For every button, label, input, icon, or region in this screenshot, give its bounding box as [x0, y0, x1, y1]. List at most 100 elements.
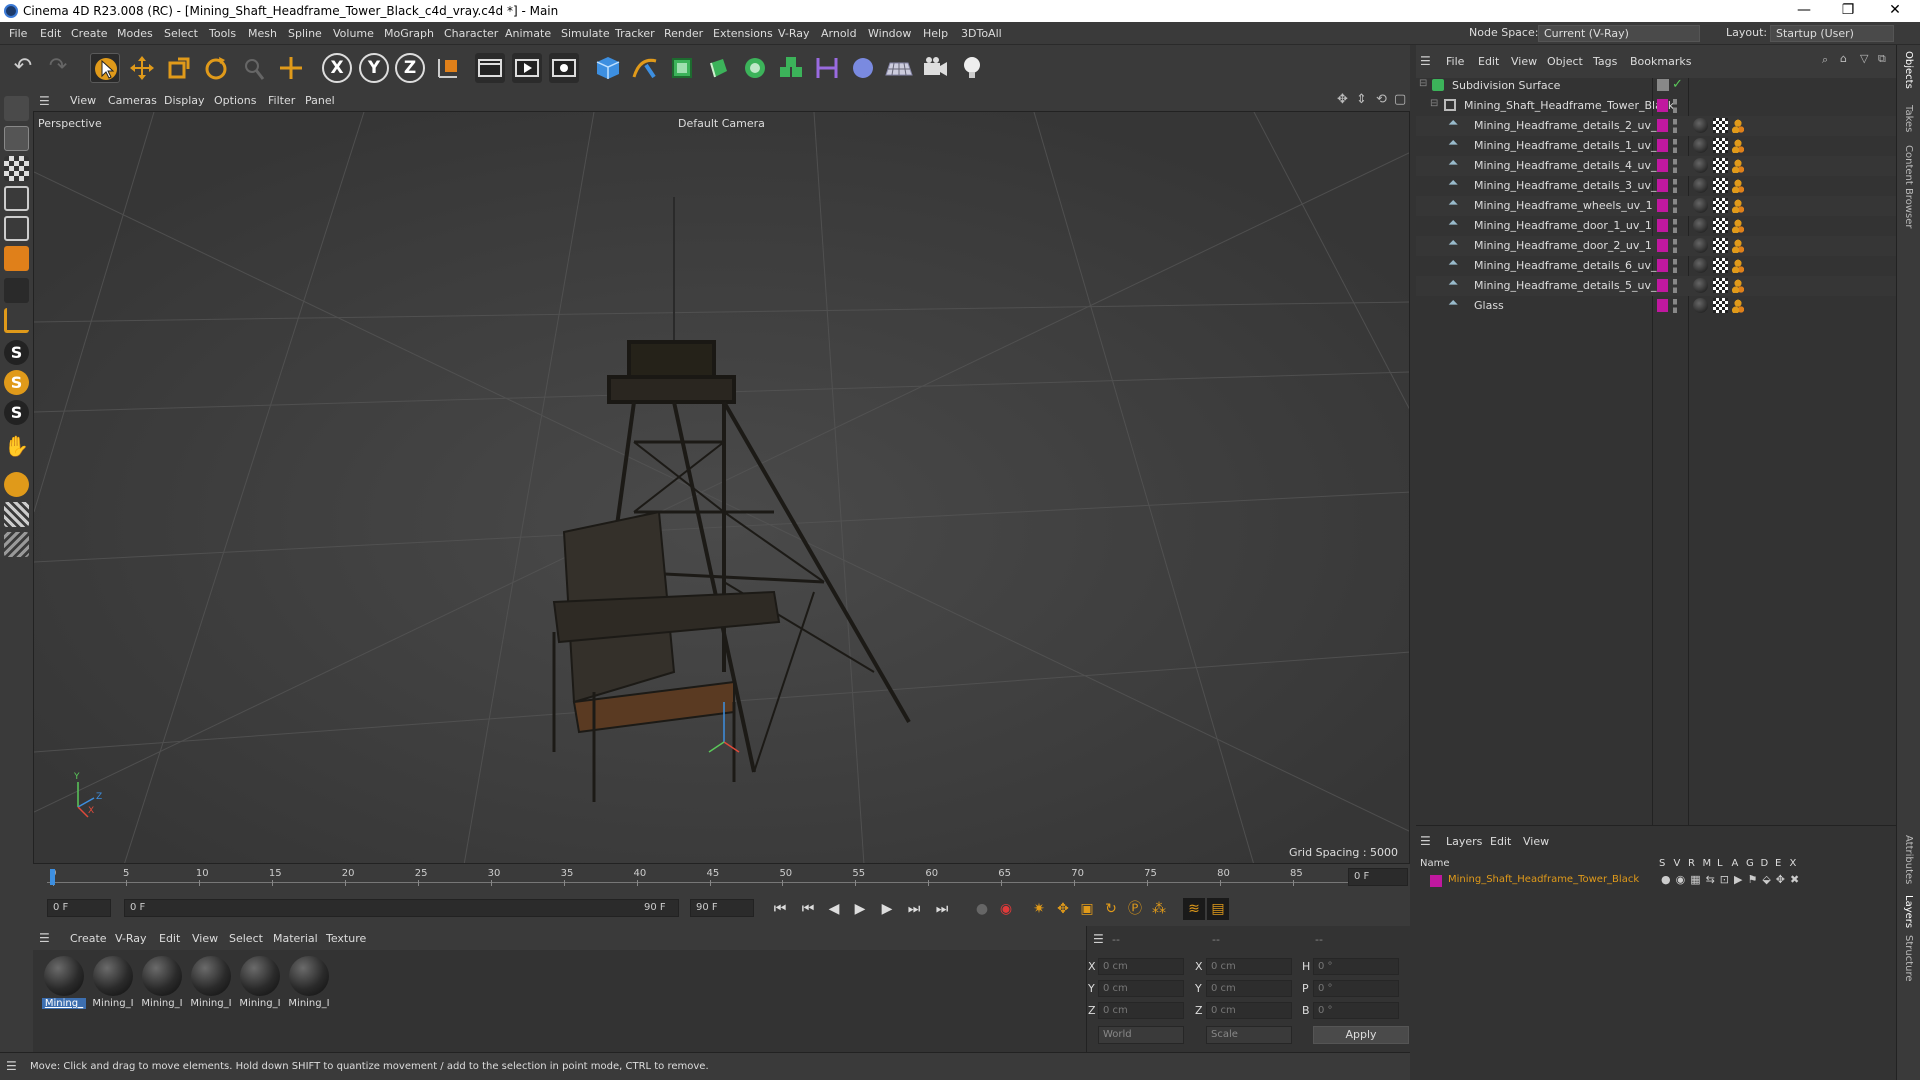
mograph-cloner-icon[interactable]: [740, 53, 770, 83]
menu-create[interactable]: Create: [71, 27, 108, 40]
timeline-playhead[interactable]: [50, 869, 55, 885]
layer-color-tag[interactable]: [1657, 299, 1668, 312]
material-menu-select[interactable]: Select: [229, 932, 263, 945]
cube-primitive-icon[interactable]: [593, 53, 623, 83]
object-menu-object[interactable]: Object: [1547, 55, 1583, 68]
layer-flag-header[interactable]: M: [1703, 858, 1712, 869]
material-tag-icon[interactable]: [1693, 218, 1708, 233]
position-z-field[interactable]: 0 cm: [1098, 1002, 1184, 1019]
apply-button[interactable]: Apply: [1313, 1026, 1409, 1044]
object-row[interactable]: ⏶ Mining_Headframe_details_3_uv_3: [1416, 176, 1896, 196]
uvw-tag-icon[interactable]: [1713, 158, 1728, 173]
material-tag-icon[interactable]: [1693, 138, 1708, 153]
snapping-icon[interactable]: S: [4, 340, 29, 365]
layer-color-tag[interactable]: [1657, 219, 1668, 232]
viewport-maximize-icon[interactable]: ▢: [1394, 92, 1406, 107]
layers-menu-layers[interactable]: Layers: [1446, 835, 1482, 848]
3d-viewport[interactable]: Perspective Default Camera Grid Spacing …: [33, 111, 1410, 864]
add-object-icon[interactable]: [276, 53, 306, 83]
next-frame-icon[interactable]: ▶: [876, 898, 898, 920]
vray-tag-icon[interactable]: [1732, 119, 1744, 133]
viewport-rotate-icon[interactable]: ⟲: [1376, 92, 1387, 107]
layers-menu-view[interactable]: View: [1523, 835, 1549, 848]
key-rotation-icon[interactable]: ↻: [1100, 898, 1122, 920]
uvw-tag-icon[interactable]: [1713, 238, 1728, 253]
go-to-start-icon[interactable]: ⏮: [769, 898, 791, 920]
layer-color-tag[interactable]: [1657, 119, 1668, 132]
object-row[interactable]: ⏶ Mining_Headframe_wheels_uv_1: [1416, 196, 1896, 216]
search-icon[interactable]: ⌕: [1822, 53, 1828, 67]
visibility-dots-icon[interactable]: [1673, 259, 1677, 273]
vray-tag-icon[interactable]: [1732, 159, 1744, 173]
menu-modes[interactable]: Modes: [117, 27, 153, 40]
material-swatch[interactable]: Mining_I: [91, 954, 135, 1016]
object-row[interactable]: ⏶ Mining_Headframe_details_4_uv_4: [1416, 156, 1896, 176]
menu-spline[interactable]: Spline: [288, 27, 322, 40]
object-row[interactable]: ⏶ Glass: [1416, 296, 1896, 316]
layout-dropdown[interactable]: Startup (User): [1770, 25, 1894, 42]
menu-edit[interactable]: Edit: [40, 27, 61, 40]
material-swatch[interactable]: Mining_: [42, 954, 86, 1016]
tab-objects[interactable]: Objects: [1903, 51, 1914, 89]
range-end-field[interactable]: 90 F: [639, 899, 679, 917]
camera-object-icon[interactable]: [920, 53, 950, 83]
menu-mograph[interactable]: MoGraph: [384, 27, 434, 40]
grid-plane-icon[interactable]: [4, 502, 29, 527]
layer-row[interactable]: Mining_Shaft_Headframe_Tower_Black ●◉▦⇆⊡…: [1416, 872, 1896, 890]
axis-mode-icon[interactable]: [4, 308, 29, 333]
object-row[interactable]: ⏶ Mining_Headframe_details_5_uv_5: [1416, 276, 1896, 296]
locked-workplane-icon[interactable]: [4, 532, 29, 557]
menu-volume[interactable]: Volume: [333, 27, 374, 40]
layer-color-tag[interactable]: [1657, 179, 1668, 192]
layer-color-tag[interactable]: [1657, 99, 1668, 112]
material-menu-texture[interactable]: Texture: [326, 932, 366, 945]
go-to-previous-key-icon[interactable]: ⏮: [797, 898, 819, 920]
tab-structure[interactable]: Structure: [1903, 935, 1914, 982]
tab-layers[interactable]: Layers: [1903, 895, 1914, 928]
undo-icon[interactable]: ↶: [9, 53, 37, 83]
vray-tag-icon[interactable]: [1732, 139, 1744, 153]
material-tag-icon[interactable]: [1693, 178, 1708, 193]
move-tool-icon[interactable]: [127, 53, 157, 83]
spline-pen-icon[interactable]: [630, 53, 660, 83]
tab-attributes[interactable]: Attributes: [1903, 835, 1914, 884]
layers-menu-edit[interactable]: Edit: [1490, 835, 1511, 848]
object-row[interactable]: ⏶ Mining_Headframe_details_6_uv_6: [1416, 256, 1896, 276]
uvw-tag-icon[interactable]: [1713, 278, 1728, 293]
menu-animate[interactable]: Animate: [505, 27, 551, 40]
key-pla-icon[interactable]: ⁂: [1148, 898, 1170, 920]
position-y-field[interactable]: 0 cm: [1098, 980, 1184, 997]
object-row-subdivision-surface[interactable]: ⊟ Subdivision Surface ✓: [1416, 76, 1896, 96]
uvw-tag-icon[interactable]: [1713, 218, 1728, 233]
layer-color-swatch[interactable]: [1430, 875, 1442, 887]
rotation-h-field[interactable]: 0 °: [1313, 958, 1399, 975]
redo-icon[interactable]: ↷: [44, 53, 72, 83]
key-scale-icon[interactable]: ▣: [1076, 898, 1098, 920]
record-keys-icon[interactable]: ●: [971, 898, 993, 920]
node-space-dropdown[interactable]: Current (V-Ray): [1538, 25, 1700, 42]
visibility-dots-icon[interactable]: [1673, 239, 1677, 253]
lock-z-axis-button[interactable]: Z: [395, 53, 425, 83]
deformer-bend-icon[interactable]: [812, 53, 842, 83]
layer-color-tag[interactable]: [1657, 259, 1668, 272]
enabled-checkmark-icon[interactable]: ✓: [1672, 77, 1683, 92]
autokeying-icon[interactable]: ◉: [995, 898, 1017, 920]
coordinate-space-dropdown[interactable]: World: [1098, 1026, 1184, 1044]
range-start-field[interactable]: 0 F: [124, 899, 179, 917]
keyframe-selection-icon[interactable]: ✷: [1028, 898, 1050, 920]
viewport-menu-cameras[interactable]: Cameras: [108, 94, 157, 107]
layer-color-tag[interactable]: [1657, 139, 1668, 152]
go-to-next-key-icon[interactable]: ⏭: [903, 898, 925, 920]
start-frame-field[interactable]: 0 F: [47, 899, 111, 917]
size-z-field[interactable]: 0 cm: [1206, 1002, 1292, 1019]
material-swatch[interactable]: Mining_I: [238, 954, 282, 1016]
light-object-icon[interactable]: [957, 53, 987, 83]
key-parameter-icon[interactable]: Ⓟ: [1124, 898, 1146, 920]
vray-tag-icon[interactable]: [1732, 259, 1744, 273]
layer-color-tag[interactable]: [1657, 279, 1668, 292]
object-menu-file[interactable]: File: [1446, 55, 1464, 68]
menu-extensions[interactable]: Extensions: [713, 27, 773, 40]
menu-window[interactable]: Window: [868, 27, 911, 40]
vray-tag-icon[interactable]: [1732, 279, 1744, 293]
subdivision-surface-icon[interactable]: [667, 53, 697, 83]
